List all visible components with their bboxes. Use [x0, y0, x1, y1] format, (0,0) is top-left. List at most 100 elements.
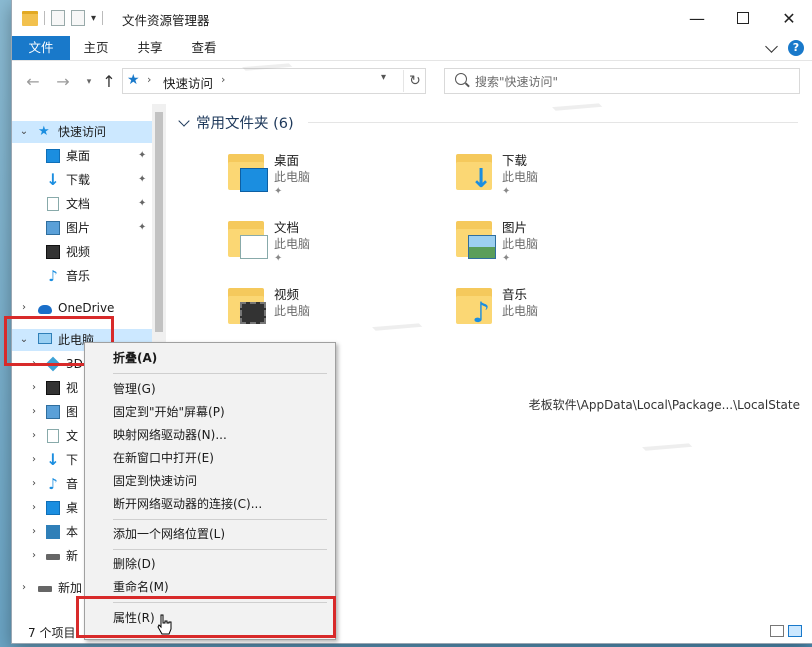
- maximize-icon: [737, 12, 749, 24]
- nav-item-pictures[interactable]: 图片 ✦: [12, 217, 162, 239]
- expand-ribbon-icon[interactable]: [765, 39, 778, 53]
- menu-item-disconnect-drive[interactable]: 断开网络驱动器的连接(C)...: [85, 493, 335, 515]
- menu-item-delete[interactable]: 删除(D): [85, 553, 335, 575]
- back-button[interactable]: ←: [22, 71, 44, 93]
- nav-label: 图: [66, 405, 79, 419]
- breadcrumb-chevron-icon[interactable]: ›: [147, 73, 151, 86]
- customize-toolbar-icon[interactable]: ▾: [91, 13, 96, 24]
- folder-tile-pictures[interactable]: 图片 此电脑 ✦: [454, 215, 674, 271]
- star-icon: ★: [38, 124, 50, 139]
- folder-location: 此电脑: [274, 304, 311, 318]
- nav-item-downloads[interactable]: ↓ 下载 ✦: [12, 169, 162, 191]
- menu-item-open-new-window[interactable]: 在新窗口中打开(E): [85, 447, 335, 469]
- close-icon: ✕: [782, 8, 796, 28]
- expand-chevron-icon[interactable]: ›: [28, 425, 40, 447]
- menu-item-manage[interactable]: 管理(G): [85, 378, 335, 400]
- nav-item-quick-access[interactable]: ⌄ ★ 快速访问: [12, 121, 162, 143]
- toolbar-divider: [102, 11, 104, 25]
- menu-item-rename[interactable]: 重命名(M): [85, 576, 335, 598]
- pictures-folder-icon: [454, 217, 498, 263]
- window-title: 文件资源管理器: [122, 13, 210, 28]
- expand-chevron-icon[interactable]: ›: [28, 401, 40, 423]
- menu-item-collapse[interactable]: 折叠(A): [85, 347, 335, 369]
- menu-separator: [113, 519, 327, 520]
- quick-access-toolbar: ▾: [22, 10, 104, 26]
- ribbon-right-controls: ?: [765, 39, 804, 56]
- folder-location: 此电脑: [274, 237, 311, 251]
- menu-item-map-network-drive[interactable]: 映射网络驱动器(N)...: [85, 424, 335, 446]
- breadcrumb-quick-access[interactable]: 快速访问: [163, 73, 213, 92]
- group-collapse-icon: [178, 115, 190, 127]
- address-bar[interactable]: ★ › 快速访问 › ▾ ↻: [122, 68, 426, 94]
- menu-label: 断开网络驱动器的连接(C)...: [113, 497, 263, 511]
- nav-item-music[interactable]: ♪ 音乐: [12, 265, 162, 287]
- title-bar: ▾ 文件资源管理器 — ✕: [12, 0, 812, 36]
- expand-chevron-icon[interactable]: ›: [28, 521, 40, 543]
- pin-icon: ✦: [138, 150, 147, 161]
- menu-label: 折叠(A): [113, 351, 158, 365]
- help-icon[interactable]: ?: [788, 40, 804, 56]
- breadcrumb-chevron-icon[interactable]: ›: [221, 73, 225, 86]
- search-box[interactable]: 搜索"快速访问": [444, 68, 800, 94]
- expand-chevron-icon[interactable]: ›: [28, 473, 40, 495]
- folder-tile-music[interactable]: ♪ 音乐 此电脑: [454, 282, 674, 338]
- group-header-frequent-folders[interactable]: 常用文件夹 (6): [178, 112, 294, 133]
- nav-item-desktop[interactable]: 桌面 ✦: [12, 145, 162, 167]
- menu-item-pin-quick-access[interactable]: 固定到快速访问: [85, 470, 335, 492]
- collapse-chevron-icon[interactable]: ⌄: [18, 121, 30, 143]
- pin-icon: ✦: [138, 222, 147, 233]
- document-icon: [47, 429, 59, 443]
- expand-chevron-icon[interactable]: ›: [18, 577, 30, 599]
- expand-chevron-icon[interactable]: ›: [28, 449, 40, 471]
- folder-location: 此电脑: [502, 237, 539, 251]
- group-title: 常用文件夹 (6): [196, 116, 294, 132]
- recent-file-path[interactable]: 老板软件\AppData\Local\Package...\LocalState: [529, 396, 800, 413]
- expand-chevron-icon[interactable]: ›: [28, 377, 40, 399]
- nav-label: 图片: [66, 221, 91, 235]
- properties-icon[interactable]: [51, 10, 65, 26]
- tab-file[interactable]: 文件: [12, 36, 70, 60]
- downloads-folder-icon: ↓: [454, 150, 498, 196]
- folder-name: 音乐: [502, 287, 528, 302]
- folder-tile-desktop[interactable]: 桌面 此电脑 ✦: [226, 148, 446, 204]
- pin-icon: ✦: [274, 253, 283, 264]
- nav-label: 桌: [66, 501, 79, 515]
- details-view-icon[interactable]: [770, 625, 784, 637]
- folder-name: 视频: [274, 287, 300, 302]
- download-arrow-icon: ↓: [46, 450, 60, 469]
- folder-tile-documents[interactable]: 文档 此电脑 ✦: [226, 215, 446, 271]
- local-disk-icon: [46, 525, 60, 539]
- tab-view[interactable]: 查看: [182, 36, 226, 60]
- address-dropdown-icon[interactable]: ▾: [381, 72, 386, 83]
- pin-icon: ✦: [502, 186, 511, 197]
- picture-icon: [46, 405, 60, 419]
- folder-tile-videos[interactable]: 视频 此电脑: [226, 282, 446, 338]
- minimize-button[interactable]: —: [674, 0, 720, 36]
- expand-chevron-icon[interactable]: ›: [28, 545, 40, 567]
- menu-item-pin-to-start[interactable]: 固定到"开始"屏幕(P): [85, 401, 335, 423]
- folder-tile-downloads[interactable]: ↓ 下载 此电脑 ✦: [454, 148, 674, 204]
- cloud-icon: [38, 305, 52, 314]
- item-count: 7 个项目: [28, 626, 76, 640]
- nav-item-documents[interactable]: 文档 ✦: [12, 193, 162, 215]
- menu-label: 删除(D): [113, 557, 156, 571]
- maximize-button[interactable]: [720, 0, 766, 36]
- large-icons-view-icon[interactable]: [788, 625, 802, 637]
- scrollbar-thumb[interactable]: [155, 112, 163, 332]
- up-button[interactable]: ↑: [98, 71, 120, 93]
- expand-chevron-icon[interactable]: ›: [28, 497, 40, 519]
- refresh-button[interactable]: ↻: [403, 70, 426, 92]
- forward-button[interactable]: →: [52, 71, 74, 93]
- nav-label: 下载: [66, 173, 91, 187]
- tab-share[interactable]: 共享: [128, 36, 172, 60]
- nav-item-videos[interactable]: 视频: [12, 241, 162, 263]
- folder-name: 下载: [502, 153, 528, 168]
- nav-label: 视: [66, 381, 79, 395]
- folder-name: 图片: [502, 220, 528, 235]
- close-button[interactable]: ✕: [766, 0, 812, 36]
- tab-home[interactable]: 主页: [74, 36, 118, 60]
- recent-locations-button[interactable]: ▾: [78, 71, 100, 93]
- new-folder-icon[interactable]: [71, 10, 85, 26]
- menu-label: 映射网络驱动器(N)...: [113, 428, 227, 442]
- menu-item-add-network-location[interactable]: 添加一个网络位置(L): [85, 523, 335, 545]
